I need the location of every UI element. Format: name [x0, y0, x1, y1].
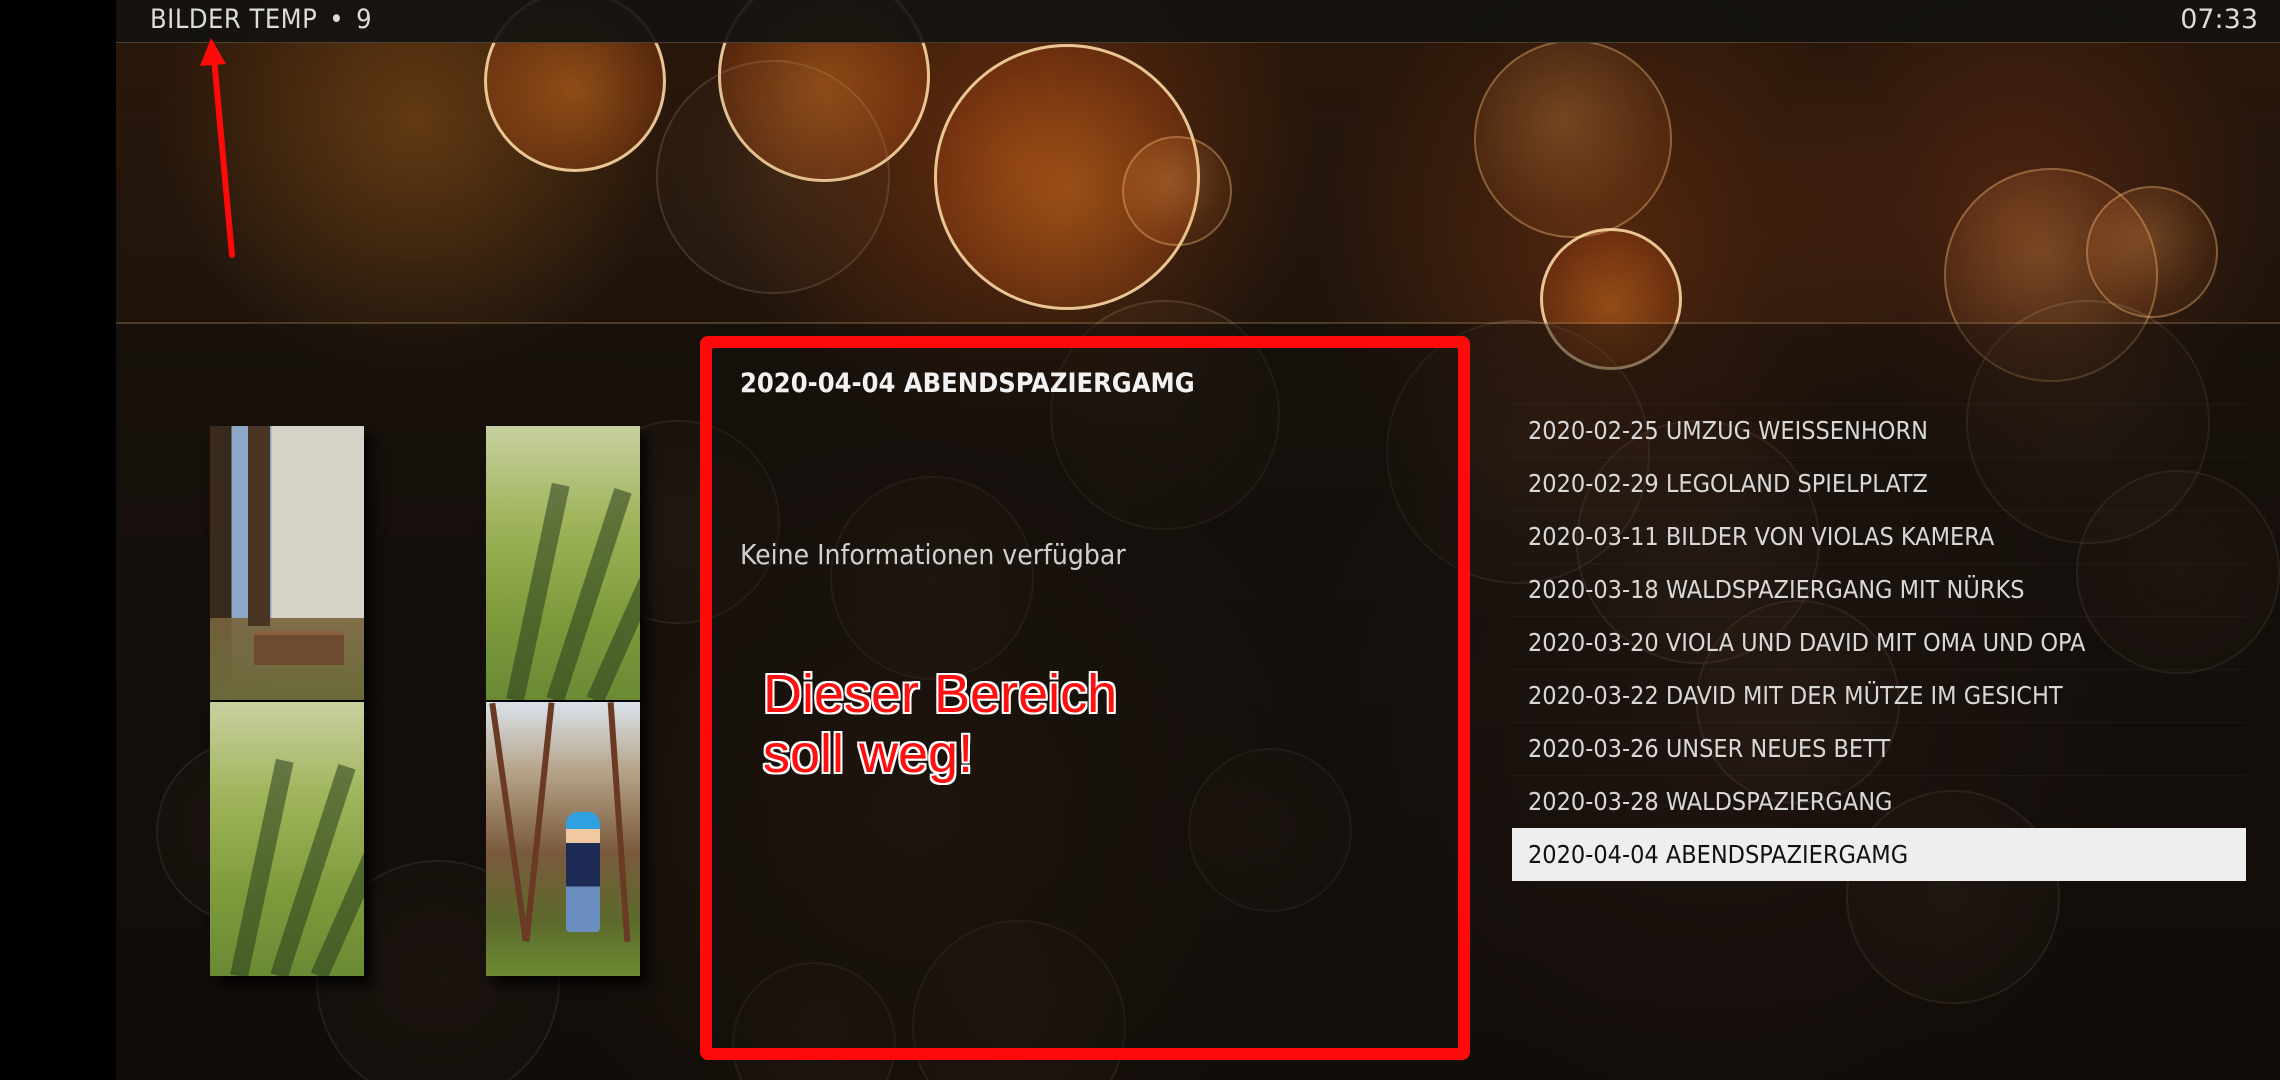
list-item[interactable]: 2020-03-28 WALDSPAZIERGANG [1512, 775, 2246, 828]
annotation-arrow-icon [200, 38, 235, 258]
list-item-selected[interactable]: 2020-04-04 ABENDSPAZIERGAMG [1512, 828, 2246, 881]
list-item[interactable]: 2020-02-29 LEGOLAND SPIELPLATZ [1512, 457, 2246, 510]
album-list[interactable]: 2020-02-25 UMZUG WEISSENHORN 2020-02-29 … [1512, 404, 2246, 881]
photo-lawn-shadows-thumbnail [486, 426, 640, 700]
list-item[interactable]: 2020-03-18 WALDSPAZIERGANG MIT NÜRKS [1512, 563, 2246, 616]
photo-forest-child-thumbnail [486, 702, 640, 976]
photo-bench-thumbnail [210, 426, 364, 700]
list-item[interactable]: 2020-02-25 UMZUG WEISSENHORN [1512, 404, 2246, 457]
photo-lawn-shadows-thumbnail [210, 702, 364, 976]
clock: 07:33 [2180, 4, 2258, 35]
list-item[interactable]: 2020-03-26 UNSER NEUES BETT [1512, 722, 2246, 775]
list-item[interactable]: 2020-03-11 BILDER VON VIOLAS KAMERA [1512, 510, 2246, 563]
list-item[interactable]: 2020-03-22 DAVID MIT DER MÜTZE IM GESICH… [1512, 669, 2246, 722]
annotation-text: Dieser Bereich soll weg! [763, 664, 1118, 784]
top-bar: BILDER TEMP • 9 07:33 [116, 0, 2280, 43]
list-item[interactable]: 2020-03-20 VIOLA UND DAVID MIT OMA UND O… [1512, 616, 2246, 669]
